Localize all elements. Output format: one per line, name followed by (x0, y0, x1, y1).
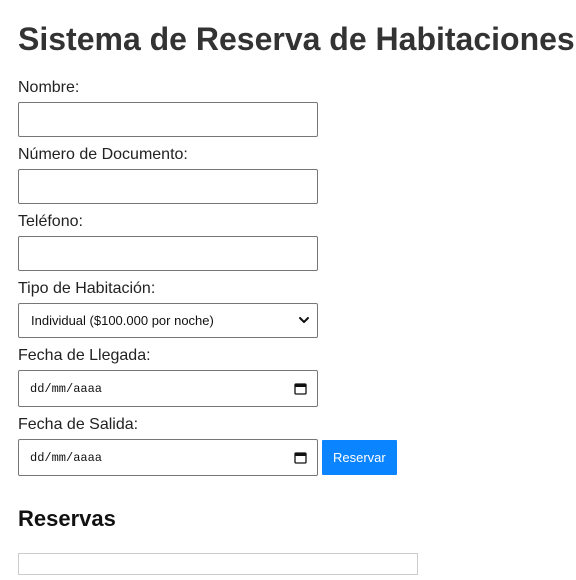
telefono-input[interactable] (18, 236, 318, 271)
page-title: Sistema de Reserva de Habitaciones (18, 21, 575, 57)
nombre-label: Nombre: (18, 79, 80, 96)
tipo-habitacion-label: Tipo de Habitación: (18, 280, 156, 297)
reservation-form: Nombre: Número de Documento: Teléfono: T… (18, 78, 438, 484)
fecha-llegada-placeholder: dd/mm/aaaa (30, 381, 103, 396)
fecha-llegada-label: Fecha de Llegada: (18, 347, 151, 364)
reservas-heading: Reservas (18, 506, 116, 531)
tipo-habitacion-select[interactable]: Individual ($100.000 por noche) (18, 303, 318, 338)
nombre-input[interactable] (18, 102, 318, 137)
fecha-salida-placeholder: dd/mm/aaaa (30, 450, 103, 465)
tipo-habitacion-selected: Individual ($100.000 por noche) (31, 313, 214, 328)
fecha-llegada-input[interactable]: dd/mm/aaaa (18, 370, 318, 407)
documento-label: Número de Documento: (18, 146, 188, 163)
reservations-list (18, 553, 418, 575)
calendar-icon[interactable] (294, 382, 307, 395)
reservation-page: Sistema de Reserva de Habitaciones Nombr… (0, 0, 576, 580)
fecha-salida-label: Fecha de Salida: (18, 416, 139, 433)
fecha-salida-row: dd/mm/aaaa Reservar (18, 439, 438, 476)
fecha-salida-input[interactable]: dd/mm/aaaa (18, 439, 318, 476)
reservar-button[interactable]: Reservar (322, 440, 397, 475)
telefono-label: Teléfono: (18, 213, 83, 230)
documento-input[interactable] (18, 169, 318, 204)
calendar-icon[interactable] (294, 451, 307, 464)
fecha-llegada-row: dd/mm/aaaa (18, 370, 438, 407)
chevron-down-icon (299, 317, 309, 323)
